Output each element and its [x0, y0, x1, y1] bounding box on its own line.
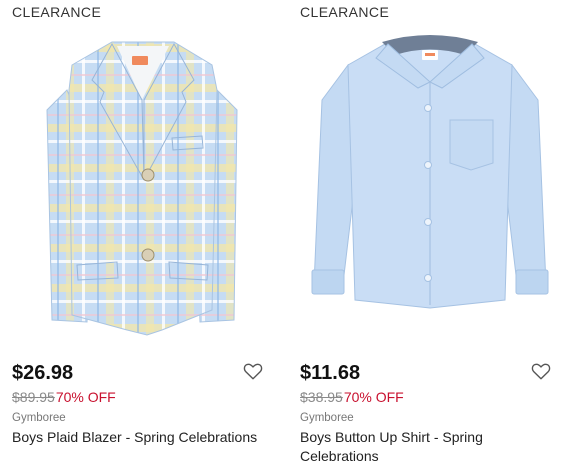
button-up-shirt-image[interactable]	[300, 30, 560, 350]
original-price: $38.95	[300, 389, 343, 405]
discount-label: 70% OFF	[55, 389, 116, 405]
product-grid: CLEARANCE $26.98 $89.9570% OFF Gymboree …	[0, 0, 567, 466]
clearance-badge: CLEARANCE	[300, 4, 390, 20]
sale-price: $11.68	[300, 362, 361, 384]
price-row: $38.9570% OFF	[300, 389, 404, 405]
price-row: $89.9570% OFF	[12, 389, 116, 405]
product-card[interactable]: CLEARANCE $26.98 $89.9570% OFF Gymboree …	[12, 0, 282, 466]
heart-outline-icon[interactable]	[242, 360, 264, 382]
discount-label: 70% OFF	[343, 389, 404, 405]
brand-name: Gymboree	[300, 412, 354, 424]
clearance-badge: CLEARANCE	[12, 4, 102, 20]
product-card[interactable]: CLEARANCE $11.68 $38.9570% OFF Gymboree …	[300, 0, 567, 466]
sale-price: $26.98	[12, 362, 74, 384]
plaid-blazer-image[interactable]	[12, 30, 272, 350]
heart-outline-icon[interactable]	[530, 360, 552, 382]
product-name-link[interactable]: Boys Button Up Shirt - Spring Celebratio…	[300, 428, 562, 466]
product-name-link[interactable]: Boys Plaid Blazer - Spring Celebrations	[12, 428, 274, 447]
brand-name: Gymboree	[12, 412, 66, 424]
original-price: $89.95	[12, 389, 55, 405]
